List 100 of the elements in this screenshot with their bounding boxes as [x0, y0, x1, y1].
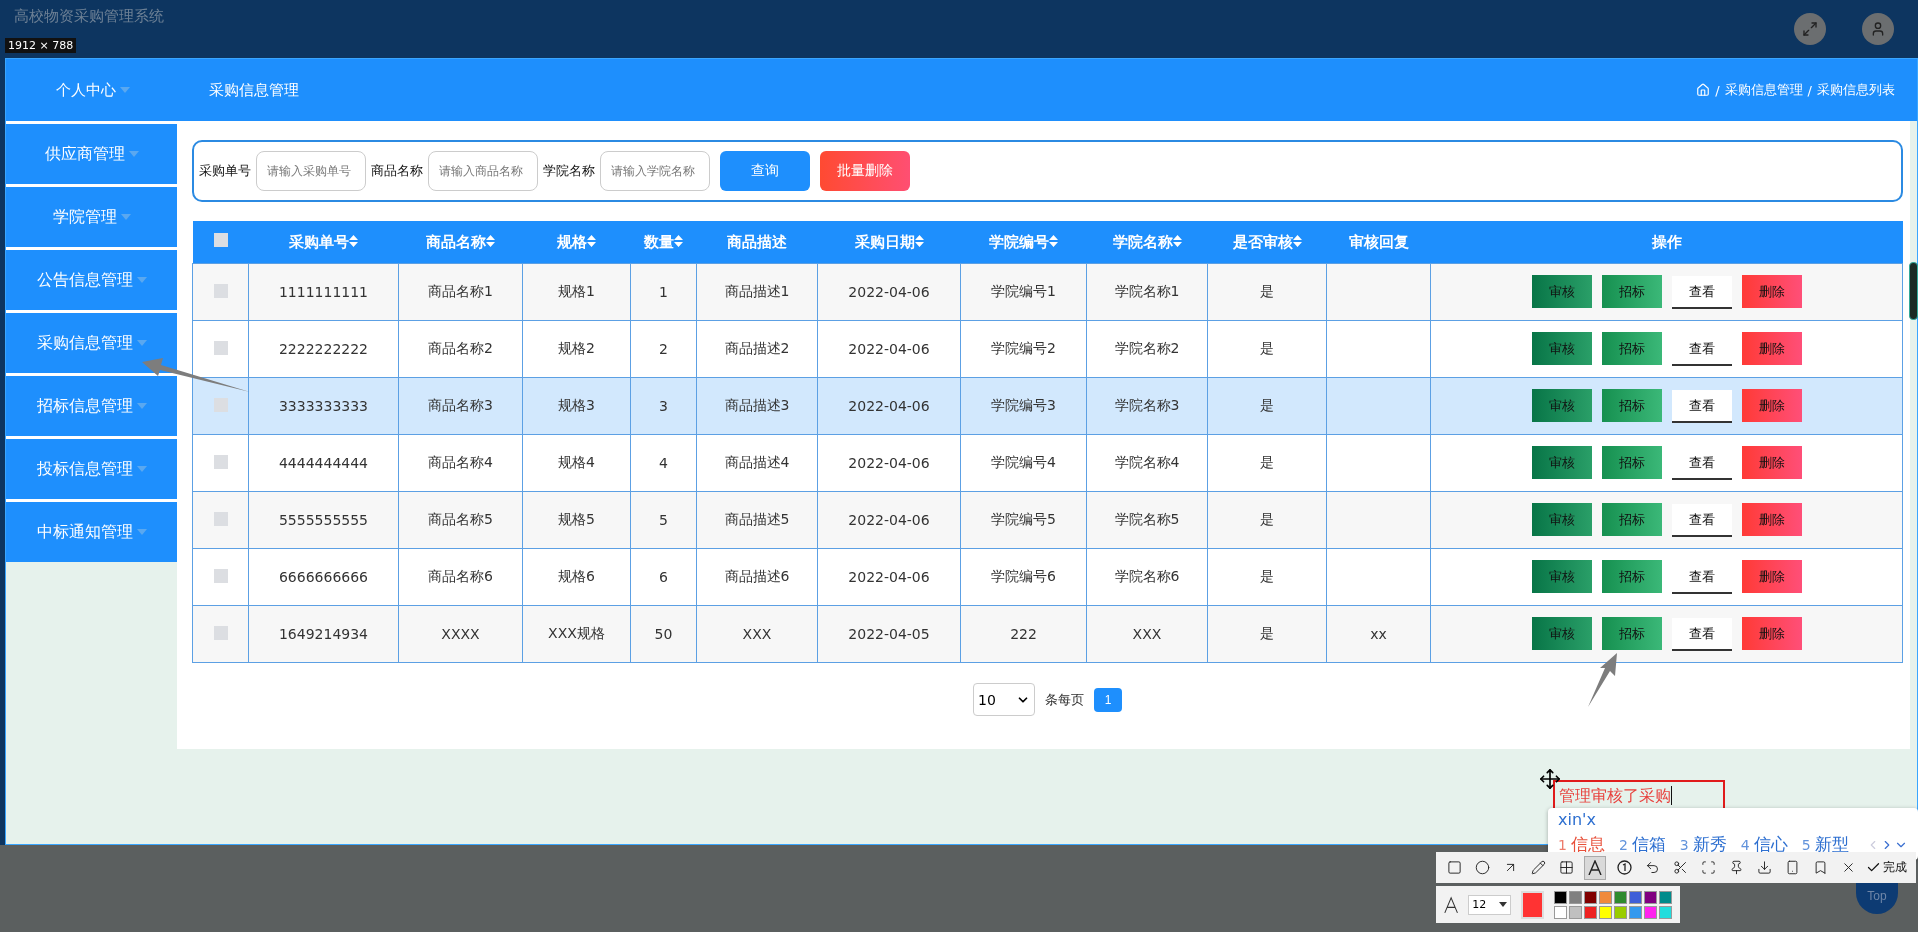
view-button[interactable]: 查看 [1671, 390, 1732, 423]
row-checkbox[interactable] [213, 283, 228, 298]
row-checkbox[interactable] [213, 511, 228, 526]
color-swatch[interactable] [1629, 890, 1642, 904]
bid-button[interactable]: 招标 [1601, 389, 1662, 422]
font-size-select[interactable]: 12 [1468, 894, 1512, 915]
audit-button[interactable]: 审核 [1531, 275, 1592, 308]
bid-button[interactable]: 招标 [1601, 617, 1662, 650]
batch-delete-button[interactable]: 批量删除 [820, 151, 910, 191]
user-menu[interactable]: 个人中心 [6, 80, 179, 100]
audit-button[interactable]: 审核 [1531, 389, 1592, 422]
row-checkbox[interactable] [213, 625, 228, 640]
color-swatch[interactable] [1644, 890, 1657, 904]
table-row[interactable]: 1649214934 XXXX XXX规格 50 XXX 2022-04-05 222 XXX 是 xx 审核 招标 查看 删除 [192, 605, 1903, 663]
sidebar-item[interactable]: 中标通知管理 [6, 502, 177, 562]
column-header[interactable]: 审核回复 [1326, 221, 1431, 264]
view-button[interactable]: 查看 [1671, 504, 1732, 537]
ime-candidate[interactable]: 4 信心 [1740, 833, 1788, 856]
color-swatch[interactable] [1599, 890, 1612, 904]
current-color-swatch[interactable] [1521, 890, 1544, 919]
sidebar-item[interactable]: 公告信息管理 [6, 250, 177, 310]
table-row[interactable]: 5555555555 商品名称5 规格5 5 商品描述5 2022-04-06 学院编号5 学院名称5 是 审核 招标 查看 删除 [192, 491, 1903, 549]
column-header[interactable]: 采购日期 [817, 221, 961, 264]
sidebar-item[interactable]: 学院管理 [6, 187, 177, 247]
table-row[interactable]: 3333333333 商品名称3 规格3 3 商品描述3 2022-04-06 学院编号3 学院名称3 是 审核 招标 查看 删除 [192, 377, 1903, 435]
delete-button[interactable]: 删除 [1741, 446, 1802, 479]
home-icon[interactable] [1696, 83, 1711, 97]
bid-button[interactable]: 招标 [1601, 446, 1662, 479]
done-button[interactable]: 完成 [1866, 859, 1907, 876]
table-row[interactable]: 1111111111 商品名称1 规格1 1 商品描述1 2022-04-06 学院编号1 学院名称1 是 审核 招标 查看 删除 [192, 263, 1903, 321]
page-button[interactable]: 1 [1094, 687, 1122, 712]
column-header[interactable]: 商品名称 [398, 221, 523, 264]
audit-button[interactable]: 审核 [1531, 446, 1592, 479]
sort-icon[interactable] [1172, 234, 1182, 247]
delete-button[interactable]: 删除 [1741, 503, 1802, 536]
search-field[interactable]: 请输入学院名称 [600, 151, 710, 191]
user-icon[interactable] [1862, 13, 1894, 45]
column-header[interactable]: 采购单号 [248, 221, 399, 264]
fullscreen-icon[interactable] [1794, 13, 1826, 45]
sidebar-item[interactable]: 招标信息管理 [6, 376, 177, 436]
color-swatch[interactable] [1659, 890, 1672, 904]
sort-icon[interactable] [349, 234, 358, 247]
row-checkbox[interactable] [213, 397, 228, 412]
color-swatch[interactable] [1614, 890, 1627, 904]
ime-candidate[interactable]: 5 新型 [1801, 833, 1849, 856]
color-swatch[interactable] [1599, 905, 1612, 919]
table-row[interactable]: 2222222222 商品名称2 规格2 2 商品描述2 2022-04-06 学院编号2 学院名称2 是 审核 招标 查看 删除 [192, 320, 1903, 378]
bid-button[interactable]: 招标 [1601, 560, 1662, 593]
delete-button[interactable]: 删除 [1741, 332, 1802, 365]
delete-button[interactable]: 删除 [1741, 617, 1802, 650]
bid-button[interactable]: 招标 [1601, 503, 1662, 536]
sort-icon[interactable] [914, 234, 924, 247]
delete-button[interactable]: 删除 [1741, 560, 1802, 593]
bid-button[interactable]: 招标 [1601, 275, 1662, 308]
color-swatch[interactable] [1569, 905, 1582, 919]
sort-icon[interactable] [1049, 234, 1058, 247]
audit-button[interactable]: 审核 [1531, 560, 1592, 593]
sort-icon[interactable] [1292, 234, 1302, 247]
sort-icon[interactable] [486, 234, 495, 247]
bid-button[interactable]: 招标 [1601, 332, 1662, 365]
sort-icon[interactable] [587, 234, 596, 247]
back-to-top-button[interactable]: Top [1856, 883, 1898, 914]
column-header[interactable]: 学院编号 [960, 221, 1087, 264]
color-swatch[interactable] [1569, 890, 1582, 904]
column-header[interactable]: 操作 [1430, 221, 1903, 264]
sort-icon[interactable] [674, 234, 683, 247]
search-field[interactable]: 请输入商品名称 [428, 151, 538, 191]
select-all-checkbox[interactable] [213, 233, 228, 247]
breadcrumb-link[interactable]: 采购信息管理 [1724, 81, 1803, 99]
table-row[interactable]: 6666666666 商品名称6 规格6 6 商品描述6 2022-04-06 学院编号6 学院名称6 是 审核 招标 查看 删除 [192, 548, 1903, 606]
sidebar-item[interactable]: 采购信息管理 [6, 313, 177, 373]
delete-button[interactable]: 删除 [1741, 389, 1802, 422]
color-swatch[interactable] [1584, 890, 1597, 904]
column-header[interactable]: 学院名称 [1086, 221, 1208, 264]
color-swatch[interactable] [1629, 905, 1642, 919]
table-row[interactable]: 4444444444 商品名称4 规格4 4 商品描述4 2022-04-06 学院编号4 学院名称4 是 审核 招标 查看 删除 [192, 434, 1903, 492]
column-header[interactable]: 是否审核 [1207, 221, 1327, 264]
color-swatch[interactable] [1659, 905, 1672, 919]
view-button[interactable]: 查看 [1671, 618, 1732, 651]
row-checkbox[interactable] [213, 568, 228, 583]
column-header[interactable]: 商品描述 [696, 221, 818, 264]
ime-candidate[interactable]: 2 信箱 [1618, 833, 1666, 856]
delete-button[interactable]: 删除 [1741, 275, 1802, 308]
audit-button[interactable]: 审核 [1531, 332, 1592, 365]
color-swatch[interactable] [1554, 890, 1567, 904]
query-button[interactable]: 查询 [720, 151, 810, 191]
row-checkbox[interactable] [213, 340, 228, 355]
color-swatch[interactable] [1614, 905, 1627, 919]
audit-button[interactable]: 审核 [1531, 617, 1592, 650]
sidebar-item[interactable]: 供应商管理 [6, 124, 177, 184]
ime-candidate[interactable]: 3 新秀 [1679, 833, 1727, 856]
color-swatch[interactable] [1644, 905, 1657, 919]
text-tool-icon[interactable] [1584, 855, 1606, 880]
search-field[interactable]: 请输入采购单号 [256, 151, 366, 191]
row-checkbox[interactable] [213, 454, 228, 469]
audit-button[interactable]: 审核 [1531, 503, 1592, 536]
view-button[interactable]: 查看 [1671, 276, 1732, 309]
scrollbar[interactable] [1909, 262, 1918, 320]
page-size-select[interactable]: 10 [973, 683, 1035, 716]
breadcrumb-link[interactable]: 采购信息列表 [1817, 81, 1895, 99]
